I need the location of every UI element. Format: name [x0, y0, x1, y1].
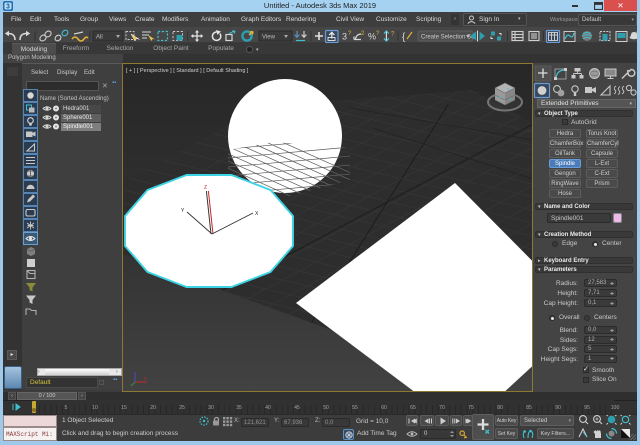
svg-text:40: 40: [265, 405, 271, 411]
svg-text:20: 20: [150, 405, 156, 411]
svg-text:?: ?: [376, 31, 380, 37]
svg-text:75: 75: [468, 405, 474, 411]
svg-text:35: 35: [236, 405, 242, 411]
svg-text:3: 3: [6, 4, 10, 11]
svg-text:5: 5: [65, 405, 68, 411]
svg-text:10: 10: [92, 405, 98, 411]
svg-text:80: 80: [497, 405, 503, 411]
svg-text:%: %: [368, 32, 376, 42]
svg-text:45: 45: [294, 405, 300, 411]
svg-text:All: All: [96, 35, 103, 41]
svg-text:70: 70: [439, 405, 445, 411]
svg-text:50: 50: [323, 405, 329, 411]
svg-text:90: 90: [555, 405, 561, 411]
svg-text:30: 30: [208, 405, 214, 411]
svg-text:60: 60: [381, 405, 387, 411]
svg-text:95: 95: [584, 405, 590, 411]
svg-text:{: {: [402, 32, 406, 43]
svg-text:?: ?: [348, 31, 352, 37]
svg-text:View: View: [262, 35, 276, 41]
svg-text:55: 55: [352, 405, 358, 411]
svg-text:65: 65: [410, 405, 416, 411]
svg-text:100: 100: [611, 405, 620, 411]
svg-text:?: ?: [391, 32, 395, 38]
svg-text:Z: Z: [204, 185, 207, 191]
svg-text:85: 85: [526, 405, 532, 411]
svg-text:25: 25: [179, 405, 185, 411]
svg-text:3: 3: [342, 32, 347, 42]
svg-text:2: 2: [361, 31, 365, 37]
svg-text:[ + ] [ Perspective ] [ Standa: [ + ] [ Perspective ] [ Standard ] [ Def…: [126, 68, 249, 74]
svg-text:15: 15: [121, 405, 127, 411]
